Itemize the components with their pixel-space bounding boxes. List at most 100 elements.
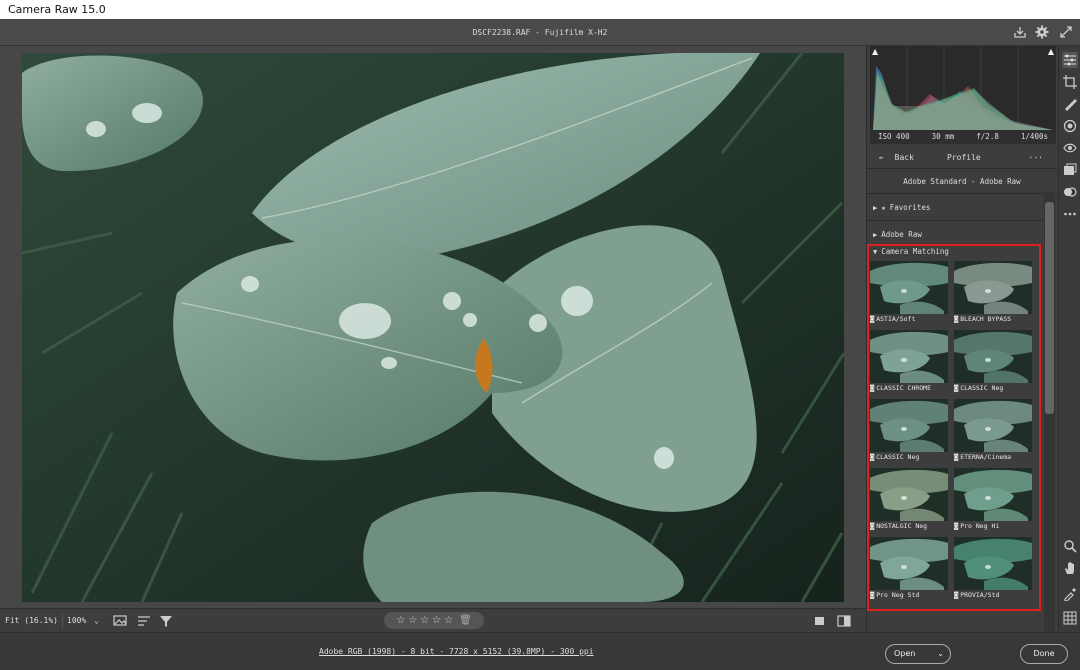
group-label: Adobe Raw [881,230,922,239]
more-icon[interactable] [1062,206,1078,222]
star-1[interactable]: ☆ [396,615,405,626]
edit-icon[interactable] [1062,52,1078,68]
eyedropper-icon[interactable] [1062,586,1078,602]
chevron-right-icon: ▶ [873,231,878,239]
group-camera-matching[interactable]: ▼ Camera Matching [873,244,949,260]
thumbnail-image [954,399,1032,452]
open-label: Open [894,649,916,658]
crop-icon[interactable] [1062,74,1078,90]
thumbnail-image [870,399,948,452]
thumbnail-image [954,261,1032,314]
arrow-left-icon: ← [879,153,884,162]
camera-icon: ◙ [870,384,875,392]
sort-icon[interactable] [136,613,152,629]
profile-thumbnail[interactable]: ◙ Pro Neg Std [870,537,948,601]
filter-icon[interactable] [158,613,174,629]
divider [867,220,1045,221]
exif-aperture: f/2.8 [976,132,999,141]
done-button[interactable]: Done [1020,644,1068,664]
profile-thumbnail[interactable]: ◙ ASTIA/Soft [870,261,948,325]
chevron-down-icon: ⌄ [94,616,99,625]
mask-icon[interactable] [1062,118,1078,134]
window-title: Camera Raw 15.0 [0,0,1080,19]
shadow-clipping-toggle[interactable]: ▲ [872,47,878,56]
camera-icon: ◙ [954,384,959,392]
exif-info: ISO 400 30 mm f/2.8 1/400s [870,130,1056,144]
zoom-icon[interactable] [1062,538,1078,554]
exif-iso: ISO 400 [878,132,910,141]
photo-preview[interactable] [22,53,844,602]
star-3[interactable]: ☆ [420,615,429,626]
profile-thumbnail[interactable]: ◙ CLASSIC Neg [954,330,1032,394]
exif-focal-length: 30 mm [931,132,955,141]
highlight-clipping-toggle[interactable]: ▲ [1048,47,1054,56]
camera-icon: ◙ [870,591,875,599]
thumbnail-image [954,330,1032,383]
chevron-right-icon: ▶ [873,204,878,212]
group-favorites[interactable]: ▶ ★ Favorites [873,200,930,216]
back-button[interactable]: ← Back [879,147,914,169]
presets-icon[interactable] [1062,184,1078,200]
profile-thumbnail[interactable]: ◙ PROVIA/Std [954,537,1032,601]
thumbnail-image [870,537,948,590]
chevron-down-icon[interactable]: ⌄ [937,645,944,663]
profile-thumbnail[interactable]: ◙ NOSTALGIC Neg [870,468,948,532]
group-label: Favorites [889,203,931,212]
panel-title: Profile [947,153,981,162]
before-after-icon[interactable] [812,613,828,629]
camera-icon: ◙ [954,522,959,530]
camera-icon: ◙ [954,591,959,599]
preview-overlay-icon[interactable] [112,613,128,629]
profile-name: CLASSIC Neg [876,453,920,461]
save-icon[interactable] [1012,24,1028,40]
thumbnail-label: ◙ Pro Neg Std [870,590,948,601]
thumbnail-label: ◙ NOSTALGIC Neg [870,521,948,532]
zoom-level-select[interactable]: 100% ⌄ [62,613,102,629]
star-2[interactable]: ☆ [408,615,417,626]
profile-thumbnail[interactable]: ◙ ETERNA/Cinema [954,399,1032,463]
group-adobe-raw[interactable]: ▶ Adobe Raw [873,227,922,243]
open-button[interactable]: Open ⌄ [885,644,951,664]
snapshots-icon[interactable] [1062,162,1078,178]
thumbnail-image [870,468,948,521]
thumbnail-label: ◙ BLEACH BYPASS [954,314,1032,325]
fullscreen-icon[interactable] [1058,24,1074,40]
file-title: DSCF2238.RAF - Fujifilm X-H2 [472,28,608,37]
more-options-button[interactable]: ··· [1029,147,1043,169]
profile-name: Pro Neg Std [876,591,920,599]
zoom-fit-button[interactable]: Fit (16.1%) [5,613,58,629]
star-rating[interactable]: ☆ ☆ ☆ ☆ ☆ 🗑 [384,612,484,629]
profile-thumbnail[interactable]: ◙ BLEACH BYPASS [954,261,1032,325]
grid-icon[interactable] [1062,610,1078,626]
profile-thumbnail[interactable]: ◙ CLASSIC Neg [870,399,948,463]
heal-icon[interactable] [1062,96,1078,112]
scrollbar-thumb[interactable] [1045,202,1054,414]
compare-view-icon[interactable] [836,613,852,629]
workflow-options-link[interactable]: Adobe RGB (1998) - 8 bit - 7728 x 5152 (… [319,647,594,656]
thumbnail-label: ◙ CLASSIC Neg [954,383,1032,394]
profile-name: Pro Neg Hi [960,522,1000,530]
thumbnail-image [954,468,1032,521]
group-label: Camera Matching [881,247,949,256]
thumbnail-image [870,261,948,314]
star-4[interactable]: ☆ [432,615,441,626]
exif-shutter: 1/400s [1020,132,1048,141]
back-label: Back [894,153,914,162]
profile-name: ASTIA/Soft [876,315,916,323]
thumbnail-label: ◙ ETERNA/Cinema [954,452,1032,463]
hand-icon[interactable] [1062,560,1078,576]
bottom-toolbar: Fit (16.1%) 100% ⌄ ☆ ☆ ☆ ☆ ☆ 🗑 [0,608,866,632]
thumbnail-label: ◙ ASTIA/Soft [870,314,948,325]
gear-icon[interactable] [1034,24,1050,40]
star-5[interactable]: ☆ [444,615,453,626]
thumbnail-image [870,330,948,383]
image-canvas[interactable] [0,46,866,608]
app-header: DSCF2238.RAF - Fujifilm X-H2 [0,19,1080,46]
profile-name: BLEACH BYPASS [960,315,1012,323]
profile-thumbnail[interactable]: ◙ CLASSIC CHROME [870,330,948,394]
trash-icon[interactable]: 🗑 [459,615,472,626]
profile-name: PROVIA/Std [960,591,1000,599]
profile-thumbnail[interactable]: ◙ Pro Neg Hi [954,468,1032,532]
redeye-icon[interactable] [1062,140,1078,156]
camera-icon: ◙ [870,315,875,323]
